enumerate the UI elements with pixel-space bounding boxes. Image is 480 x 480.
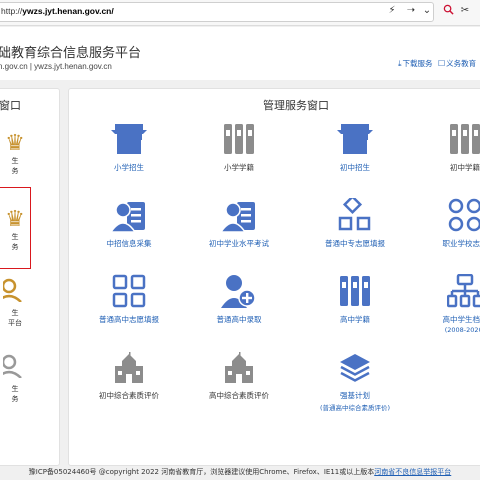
tile-label: 高中学籍 (340, 315, 370, 324)
url-host: ywzs.jyt.henan.gov.cn/ (22, 6, 114, 16)
report-platform-link[interactable]: 河南省不良信息举报平台 (374, 468, 451, 476)
grid-squares-icon (338, 198, 371, 231)
tile-primary-enrollment[interactable]: 小学招生 (84, 122, 174, 173)
highlight-box (0, 187, 31, 269)
download-icon: ⤓ (398, 59, 402, 68)
grid-squares-icon (112, 274, 146, 308)
tile-junior-level-exam[interactable]: 初中学业水平考试 (194, 198, 284, 249)
user-outline-icon (0, 278, 30, 308)
tile-high-quality-evaluation[interactable]: 高中综合素质评价 (194, 352, 284, 401)
binders-icon (450, 124, 480, 154)
footer-text: 豫ICP备05024460号 @copyright 2022 河南省教育厅，浏览… (28, 468, 375, 476)
page-footer: 豫ICP备05024460号 @copyright 2022 河南省教育厅，浏览… (0, 466, 480, 480)
tile-high-school-application[interactable]: 普通高中志愿填报 (84, 274, 174, 325)
site-title: 础教育综合信息服务平台 (0, 46, 142, 61)
tile-label: 初中学业水平考试 (209, 239, 269, 248)
tile-label: 高中学生档案 (442, 315, 480, 324)
chevron-down-icon[interactable]: ⌄ (420, 4, 434, 18)
search-icon[interactable] (441, 4, 455, 18)
tile-junior-registry[interactable]: 初中学籍 (420, 122, 480, 173)
tile-label: 初中综合素质评价 (99, 391, 159, 400)
url-protocol: http:// (1, 6, 23, 16)
tile-label: 普通高中志愿填报 (99, 315, 159, 324)
tile-label: 初中招生 (340, 163, 370, 172)
scissors-icon[interactable]: ✂ (458, 4, 472, 18)
tile-vocational-application[interactable]: 普通中专志愿填报 (310, 198, 400, 249)
site-header: 础教育综合信息服务平台 n.gov.cn | ywzs.jyt.henan.go… (0, 27, 480, 80)
tile-label: 强基计划 (340, 391, 370, 400)
tile-label: 中招信息采集 (106, 239, 152, 248)
left-item-label: 生 (11, 385, 19, 393)
address-bar[interactable]: http://ywzs.jyt.henan.gov.cn/ (0, 2, 434, 22)
tile-high-school-archive[interactable]: 高中学生档案 (2008-2020) (420, 274, 480, 334)
forward-arrow-icon[interactable]: ➝ (404, 4, 418, 18)
tile-label: 高中综合素质评价 (209, 391, 269, 400)
tile-label: 普通中专志愿填报 (325, 239, 385, 248)
document-icon: ☐ (438, 59, 446, 68)
tile-high-school-admission[interactable]: 普通高中录取 (194, 274, 284, 325)
tile-sublabel: (2008-2020) (444, 326, 480, 334)
layers-icon (340, 354, 370, 382)
tile-high-school-registry[interactable]: 高中学籍 (310, 274, 400, 325)
left-item-label: 务 (11, 167, 19, 175)
compulsory-education-link[interactable]: ☐义务教育 (438, 58, 476, 69)
left-item-label: 务 (11, 395, 19, 403)
left-item-label: 生 (11, 309, 19, 317)
compulsory-education-label: 义务教育 (446, 59, 477, 68)
left-item-1[interactable]: ♛ 生 务 (0, 132, 30, 176)
user-outline-icon (0, 354, 30, 384)
school-building-icon (115, 352, 143, 383)
tile-sublabel: (普通高中综合素质评价) (319, 404, 391, 412)
left-item-4[interactable]: 生 务 (0, 354, 30, 404)
tile-vocational-school-application[interactable]: 职业学校志愿 (420, 198, 480, 249)
main-panel-title: 管理服务窗口 (263, 99, 329, 112)
school-building-icon (225, 352, 253, 383)
user-add-icon (221, 275, 256, 308)
download-service-label: 下载服务 (402, 59, 433, 68)
tile-label: 小学学籍 (224, 163, 254, 172)
left-panel-title: 窗口 (0, 99, 21, 112)
left-item-label: 生 (11, 157, 19, 165)
left-item-label: 平台 (8, 319, 22, 327)
tile-label: 初中学籍 (450, 163, 480, 172)
tile-label: 普通高中录取 (216, 315, 262, 324)
grid-circles-icon (448, 198, 480, 232)
tile-junior-enrollment[interactable]: 初中招生 (310, 122, 400, 173)
browser-toolbar: http://ywzs.jyt.henan.gov.cn/ ⚡ ➝ ⌄ ✂ (0, 0, 480, 26)
binders-icon (224, 124, 254, 154)
site-domain: n.gov.cn | ywzs.jyt.henan.gov.cn (0, 62, 112, 71)
tile-primary-registry[interactable]: 小学学籍 (194, 122, 284, 173)
graduation-cap-icon (111, 124, 147, 154)
url-text: http://ywzs.jyt.henan.gov.cn/ (1, 6, 114, 16)
user-form-icon (111, 202, 145, 232)
tile-strong-foundation-plan[interactable]: 强基计划 (普通高中综合素质评价) (310, 352, 400, 412)
tile-junior-quality-evaluation[interactable]: 初中综合素质评价 (84, 352, 174, 401)
user-form-icon (221, 202, 255, 232)
download-service-link[interactable]: ⤓下载服务 (398, 58, 433, 69)
tile-exam-info-collection[interactable]: 中招信息采集 (84, 198, 174, 249)
person-icon: ♛ (5, 131, 25, 156)
bolt-icon[interactable]: ⚡ (385, 4, 399, 18)
binders-icon (340, 276, 370, 306)
tile-label: 职业学校志愿 (442, 239, 480, 248)
tile-label: 小学招生 (114, 163, 144, 172)
left-item-3[interactable]: 生 平台 (0, 278, 30, 328)
graduation-cap-icon (337, 124, 373, 154)
org-chart-icon (447, 274, 480, 308)
